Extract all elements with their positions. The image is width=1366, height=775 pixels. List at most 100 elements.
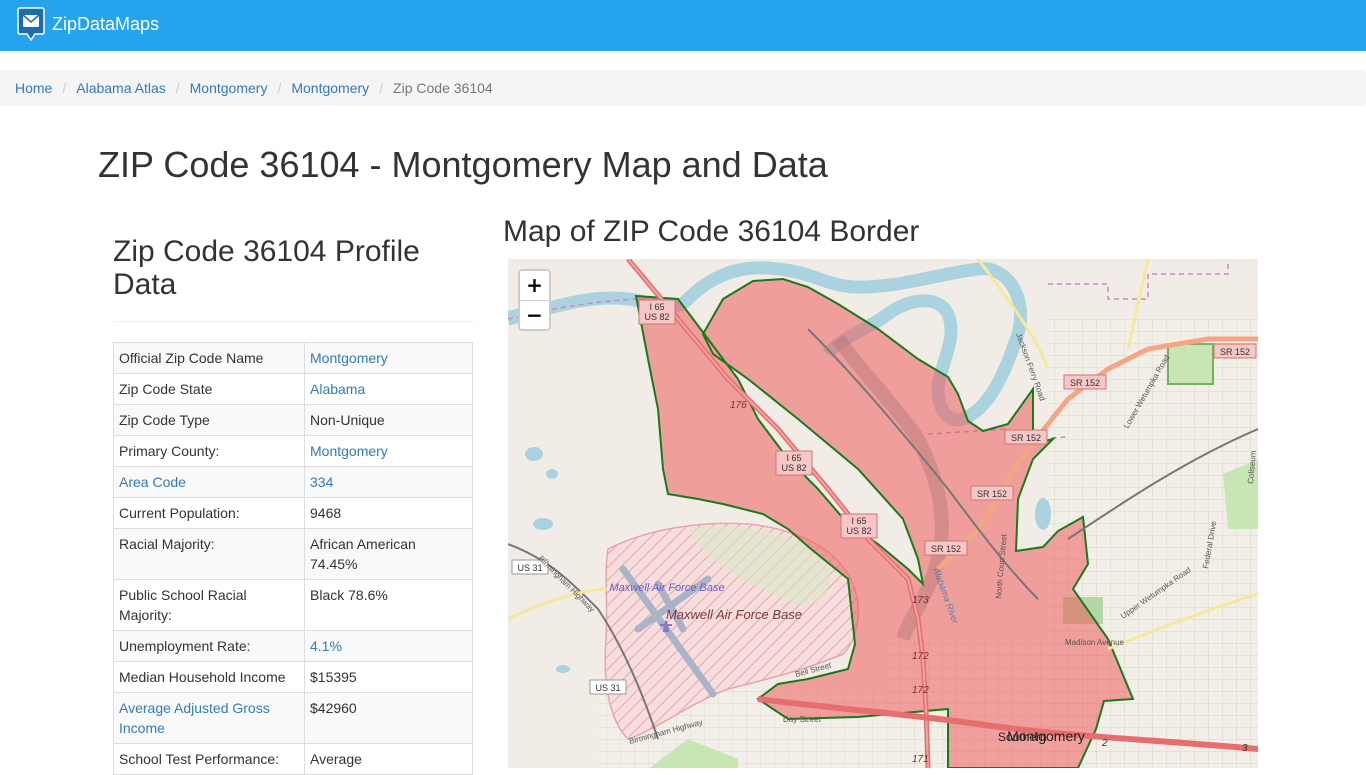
agi-label-link[interactable]: Average Adjusted Gross Income: [119, 700, 270, 736]
state-link[interactable]: Alabama: [310, 381, 365, 397]
row-value: Montgomery: [304, 435, 473, 467]
shield-i65-us82-south: I 65 US 82: [840, 513, 878, 539]
table-row: Zip Code State Alabama: [113, 373, 473, 405]
shield-sr152-e: SR 152: [924, 540, 968, 556]
county-link[interactable]: Montgomery: [310, 443, 388, 459]
top-navbar: ZipDataMaps: [0, 0, 1366, 51]
row-value: Black 78.6%: [304, 579, 473, 631]
row-value: 4.1%: [304, 630, 473, 662]
shield-sr152-b: SR 152: [1063, 374, 1107, 390]
row-label: Zip Code State: [113, 373, 305, 405]
svg-text:US 82: US 82: [846, 526, 871, 536]
table-row: Median Household Income $15395: [113, 661, 473, 693]
svg-text:US 31: US 31: [517, 563, 542, 573]
exit-3-label: 3: [1242, 743, 1248, 754]
page-title: ZIP Code 36104 - Montgomery Map and Data: [98, 144, 828, 185]
row-label: Average Adjusted Gross Income: [113, 692, 305, 744]
row-label: Racial Majority:: [113, 528, 305, 580]
breadcrumb-montgomery-city[interactable]: Montgomery: [291, 80, 369, 96]
exit-173-label: 173: [912, 595, 929, 606]
profile-table: Official Zip Code Name Montgomery Zip Co…: [113, 342, 473, 775]
shield-sr152-a: SR 152: [1213, 343, 1257, 359]
zoom-out-button[interactable]: −: [520, 300, 549, 329]
svg-text:SR 152: SR 152: [1070, 378, 1100, 388]
brand-link[interactable]: ZipDataMaps: [17, 7, 159, 41]
exit-176-label: 176: [730, 400, 747, 411]
map-canvas[interactable]: I 65 US 82 I 65 US 82 I 65 US 82 SR 152 …: [508, 259, 1258, 768]
breadcrumb-current: Zip Code 36104: [393, 80, 493, 96]
row-value: $42960: [304, 692, 473, 744]
row-value: 334: [304, 466, 473, 498]
shield-us31-b: US 31: [589, 679, 627, 695]
park-northeast: [1167, 343, 1214, 385]
shield-sr152-c: SR 152: [1004, 429, 1048, 445]
table-row: Official Zip Code Name Montgomery: [113, 342, 473, 374]
table-row: Primary County: Montgomery: [113, 435, 473, 467]
pond-5: [1035, 498, 1051, 530]
exit-172-label-b: 172: [912, 685, 929, 696]
pond-3: [533, 518, 553, 530]
southern-label: Southern: [998, 730, 1047, 744]
svg-text:US 31: US 31: [595, 683, 620, 693]
pond-4: [556, 665, 570, 673]
row-label: Unemployment Rate:: [113, 630, 305, 662]
maxwell-small-label: Maxwell Air Force Base: [609, 582, 724, 594]
map-zoom-control: + −: [518, 269, 551, 331]
map-mail-logo-icon: [17, 7, 45, 41]
pond-2: [546, 469, 558, 479]
breadcrumb-alabama-atlas[interactable]: Alabama Atlas: [76, 80, 166, 96]
row-value: Montgomery: [304, 342, 473, 374]
row-label: Current Population:: [113, 497, 305, 529]
shield-i65-us82-mid: I 65 US 82: [775, 450, 813, 476]
row-label: Zip Code Type: [113, 404, 305, 436]
zoom-in-button[interactable]: +: [520, 271, 549, 300]
svg-text:I 65: I 65: [851, 516, 866, 526]
row-label: Official Zip Code Name: [113, 342, 305, 374]
table-row: Area Code 334: [113, 466, 473, 498]
svg-text:US 82: US 82: [644, 312, 669, 322]
maxwell-small-line: Maxwell Air Force Base: [609, 582, 724, 594]
svg-text:SR 152: SR 152: [931, 544, 961, 554]
breadcrumb-home[interactable]: Home: [15, 80, 52, 96]
breadcrumb-separator: /: [277, 80, 282, 96]
zip-name-link[interactable]: Montgomery: [310, 350, 388, 366]
table-row: Current Population: 9468: [113, 497, 473, 529]
svg-text:SR 152: SR 152: [977, 489, 1007, 499]
breadcrumb-separator: /: [62, 80, 67, 96]
svg-text:US 82: US 82: [781, 463, 806, 473]
svg-text:SR 152: SR 152: [1220, 347, 1250, 357]
row-label: Public School Racial Majority:: [113, 579, 305, 631]
shield-i65-us82-north: I 65 US 82: [638, 299, 676, 325]
brand-name[interactable]: ZipDataMaps: [52, 14, 159, 35]
zip-border-map[interactable]: I 65 US 82 I 65 US 82 I 65 US 82 SR 152 …: [508, 259, 1258, 768]
area-code-link[interactable]: 334: [310, 474, 333, 490]
unemployment-link[interactable]: 4.1%: [310, 638, 342, 654]
row-value: Average: [304, 743, 473, 775]
table-row: Unemployment Rate: 4.1%: [113, 630, 473, 662]
map-title: Map of ZIP Code 36104 Border: [503, 215, 920, 248]
row-value: 9468: [304, 497, 473, 529]
exit-172-label-a: 172: [912, 651, 929, 662]
row-label: Median Household Income: [113, 661, 305, 693]
svg-text:SR 152: SR 152: [1011, 433, 1041, 443]
profile-title: Zip Code 36104 Profile Data: [113, 235, 420, 301]
table-row: School Test Performance: Average: [113, 743, 473, 775]
svg-text:I 65: I 65: [649, 302, 664, 312]
row-value: $15395: [304, 661, 473, 693]
maxwell-large-label: Maxwell Air Force Base: [666, 607, 802, 622]
table-row: Racial Majority: African American 74.45%: [113, 528, 473, 580]
table-row: Zip Code Type Non-Unique: [113, 404, 473, 436]
row-value: African American 74.45%: [304, 528, 473, 580]
breadcrumb-montgomery-county[interactable]: Montgomery: [190, 80, 268, 96]
profile-divider: [113, 321, 473, 322]
breadcrumb-separator: /: [175, 80, 180, 96]
exit-171-label: 171: [912, 754, 929, 765]
row-value: Non-Unique: [304, 404, 473, 436]
madison-avenue-label: Madison Avenue: [1065, 638, 1125, 647]
area-code-label-link[interactable]: Area Code: [119, 474, 186, 490]
table-row: Average Adjusted Gross Income $42960: [113, 692, 473, 744]
exit-2-label: 2: [1101, 738, 1108, 749]
day-street-label: Day Street: [783, 715, 822, 724]
row-value: Alabama: [304, 373, 473, 405]
row-label: School Test Performance:: [113, 743, 305, 775]
